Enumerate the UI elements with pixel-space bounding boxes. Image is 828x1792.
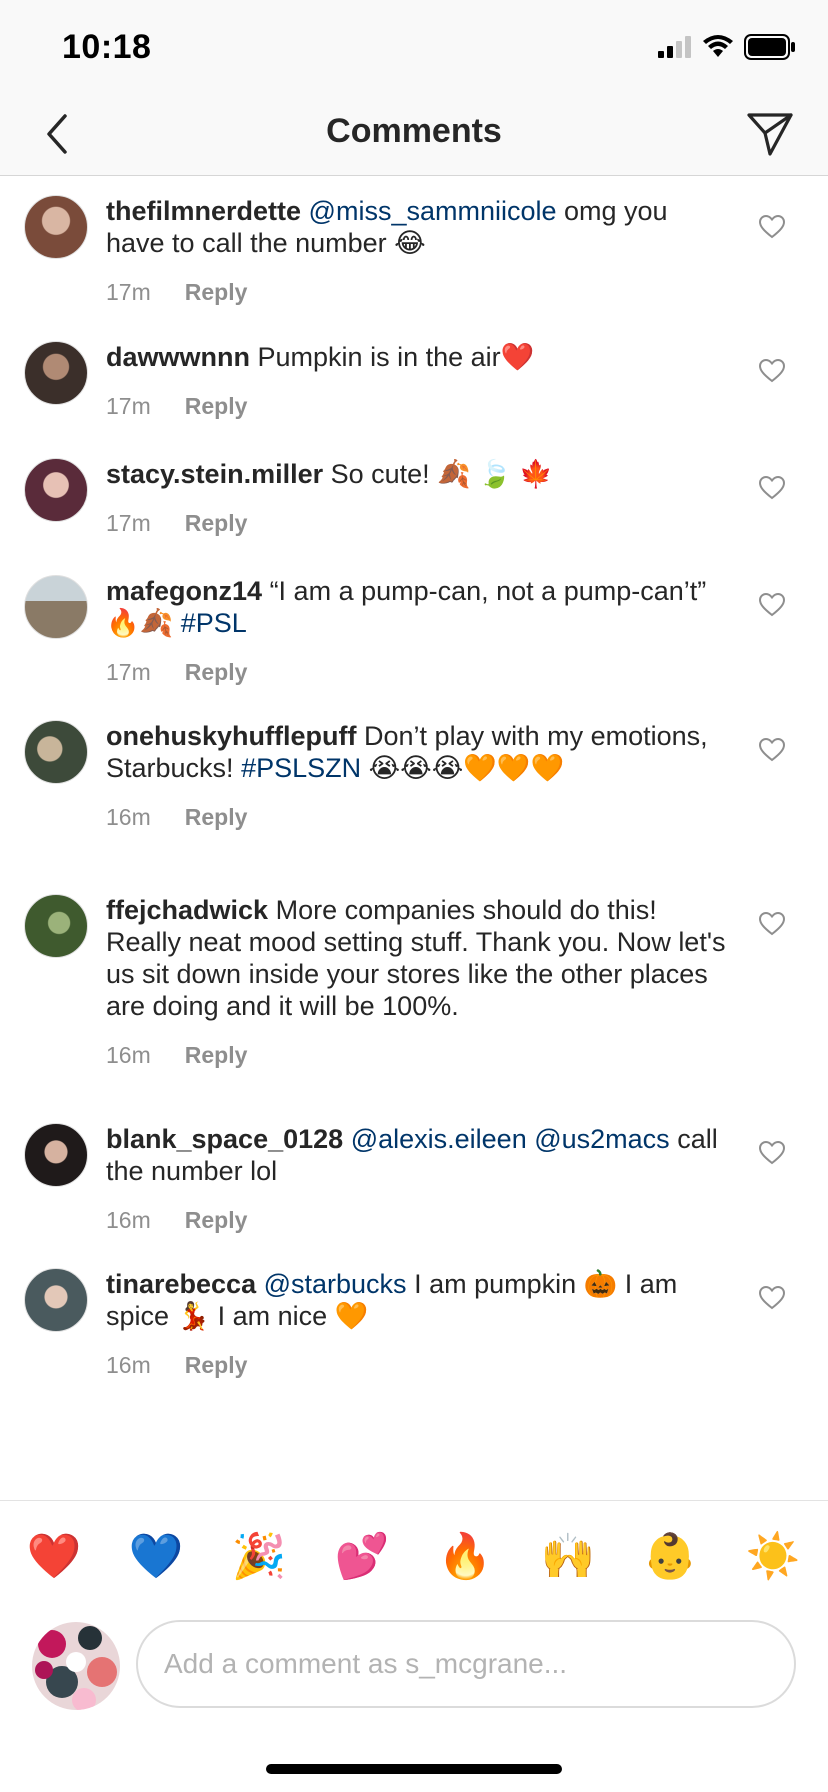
reply-button[interactable]: Reply <box>185 1207 248 1234</box>
avatar[interactable] <box>24 1123 88 1187</box>
like-button[interactable] <box>754 908 790 944</box>
avatar[interactable] <box>24 894 88 958</box>
comment-body-text: 😭😭😭🧡🧡🧡 <box>361 753 565 783</box>
comment-input[interactable] <box>136 1620 796 1708</box>
heart-outline-icon <box>758 358 786 388</box>
reply-button[interactable]: Reply <box>185 510 248 537</box>
comment-text: thefilmnerdette @miss_sammniicole omg yo… <box>106 195 726 259</box>
comment-text: onehuskyhufflepuff Don’t play with my em… <box>106 720 726 784</box>
emoji-heart-button[interactable]: ❤️ <box>26 1529 82 1585</box>
heart-outline-icon <box>758 737 786 767</box>
comment-username[interactable]: thefilmnerdette <box>106 196 301 226</box>
like-button[interactable] <box>754 211 790 247</box>
comment-username[interactable]: dawwwnnn <box>106 342 250 372</box>
reply-button[interactable]: Reply <box>185 804 248 831</box>
share-button[interactable] <box>740 106 800 166</box>
comment-text: ffejchadwick More companies should do th… <box>106 894 726 1022</box>
comment-username[interactable]: tinarebecca <box>106 1269 256 1299</box>
current-user-avatar <box>32 1622 120 1710</box>
battery-icon <box>744 33 796 65</box>
comment-hashtag[interactable]: #PSLSZN <box>241 753 361 783</box>
emoji-raised-hands-button[interactable]: 🙌 <box>540 1529 596 1585</box>
comment-timestamp: 17m <box>106 659 151 685</box>
heart-outline-icon <box>758 1140 786 1170</box>
comment-composer <box>0 1614 828 1724</box>
home-indicator[interactable] <box>266 1764 562 1774</box>
emoji-fire-button[interactable]: 🔥 <box>437 1529 493 1585</box>
page-title: Comments <box>326 112 502 150</box>
emoji-party-button[interactable]: 🎉 <box>231 1529 287 1585</box>
emoji-two-hearts-button[interactable]: 💕 <box>334 1529 390 1585</box>
paper-plane-icon <box>746 111 794 162</box>
comment-timestamp: 16m <box>106 1352 151 1378</box>
status-icons <box>658 33 796 65</box>
comment-text: tinarebecca @starbucks I am pumpkin 🎃 I … <box>106 1268 726 1332</box>
heart-outline-icon <box>758 214 786 244</box>
comment-body-text: So cute! 🍂 🍃 🍁 <box>330 459 554 489</box>
avatar[interactable] <box>24 458 88 522</box>
avatar[interactable] <box>24 1268 88 1332</box>
emoji-sun-button[interactable]: ☀️ <box>745 1529 801 1585</box>
comment-mention[interactable]: @alexis.eileen <box>351 1124 527 1154</box>
comment-hashtag[interactable]: #PSL <box>181 608 247 638</box>
like-button[interactable] <box>754 589 790 625</box>
emoji-reaction-bar: ❤️ 💙 🎉 💕 🔥 🙌 👶 ☀️ <box>0 1500 828 1614</box>
reply-button[interactable]: Reply <box>185 393 248 420</box>
heart-outline-icon <box>758 475 786 505</box>
comment-body-text: Pumpkin is in the air❤️ <box>257 342 535 372</box>
wifi-icon <box>702 34 734 64</box>
comment-username[interactable]: stacy.stein.miller <box>106 459 323 489</box>
comment-username[interactable]: onehuskyhufflepuff <box>106 721 357 751</box>
comment-timestamp: 17m <box>106 510 151 536</box>
avatar[interactable] <box>24 720 88 784</box>
emoji-baby-button[interactable]: 👶 <box>642 1529 698 1585</box>
reply-button[interactable]: Reply <box>185 659 248 686</box>
signal-icon <box>658 35 692 63</box>
comment-timestamp: 17m <box>106 393 151 419</box>
like-button[interactable] <box>754 1137 790 1173</box>
comment-text: mafegonz14 “I am a pump-can, not a pump-… <box>106 575 726 639</box>
reply-button[interactable]: Reply <box>185 1042 248 1069</box>
like-button[interactable] <box>754 734 790 770</box>
comment-mention[interactable]: @us2macs <box>534 1124 669 1154</box>
avatar[interactable] <box>24 195 88 259</box>
reply-button[interactable]: Reply <box>185 1352 248 1379</box>
comment-username[interactable]: mafegonz14 <box>106 576 262 606</box>
status-bar: 10:18 <box>0 0 828 96</box>
comment-timestamp: 16m <box>106 1042 151 1068</box>
comment-mention[interactable]: @miss_sammniicole <box>309 196 557 226</box>
comment-timestamp: 16m <box>106 1207 151 1233</box>
comment-list[interactable]: thefilmnerdette @miss_sammniicole omg yo… <box>0 177 828 1500</box>
heart-outline-icon <box>758 1285 786 1315</box>
emoji-blue-heart-button[interactable]: 💙 <box>128 1529 184 1585</box>
comment-mention[interactable]: @starbucks <box>264 1269 407 1299</box>
avatar[interactable] <box>24 341 88 405</box>
comment-timestamp: 17m <box>106 279 151 305</box>
heart-outline-icon <box>758 592 786 622</box>
comment-text: stacy.stein.miller So cute! 🍂 🍃 🍁 <box>106 458 726 490</box>
like-button[interactable] <box>754 1282 790 1318</box>
comment-username[interactable]: blank_space_0128 <box>106 1124 343 1154</box>
heart-outline-icon <box>758 911 786 941</box>
like-button[interactable] <box>754 355 790 391</box>
status-time: 10:18 <box>62 28 152 66</box>
like-button[interactable] <box>754 472 790 508</box>
comment-text: blank_space_0128 @alexis.eileen @us2macs… <box>106 1123 726 1187</box>
reply-button[interactable]: Reply <box>185 279 248 306</box>
comment-username[interactable]: ffejchadwick <box>106 895 268 925</box>
nav-bar: Comments <box>0 96 828 176</box>
comment-timestamp: 16m <box>106 804 151 830</box>
avatar[interactable] <box>24 575 88 639</box>
comment-text: dawwwnnn Pumpkin is in the air❤️ <box>106 341 726 373</box>
